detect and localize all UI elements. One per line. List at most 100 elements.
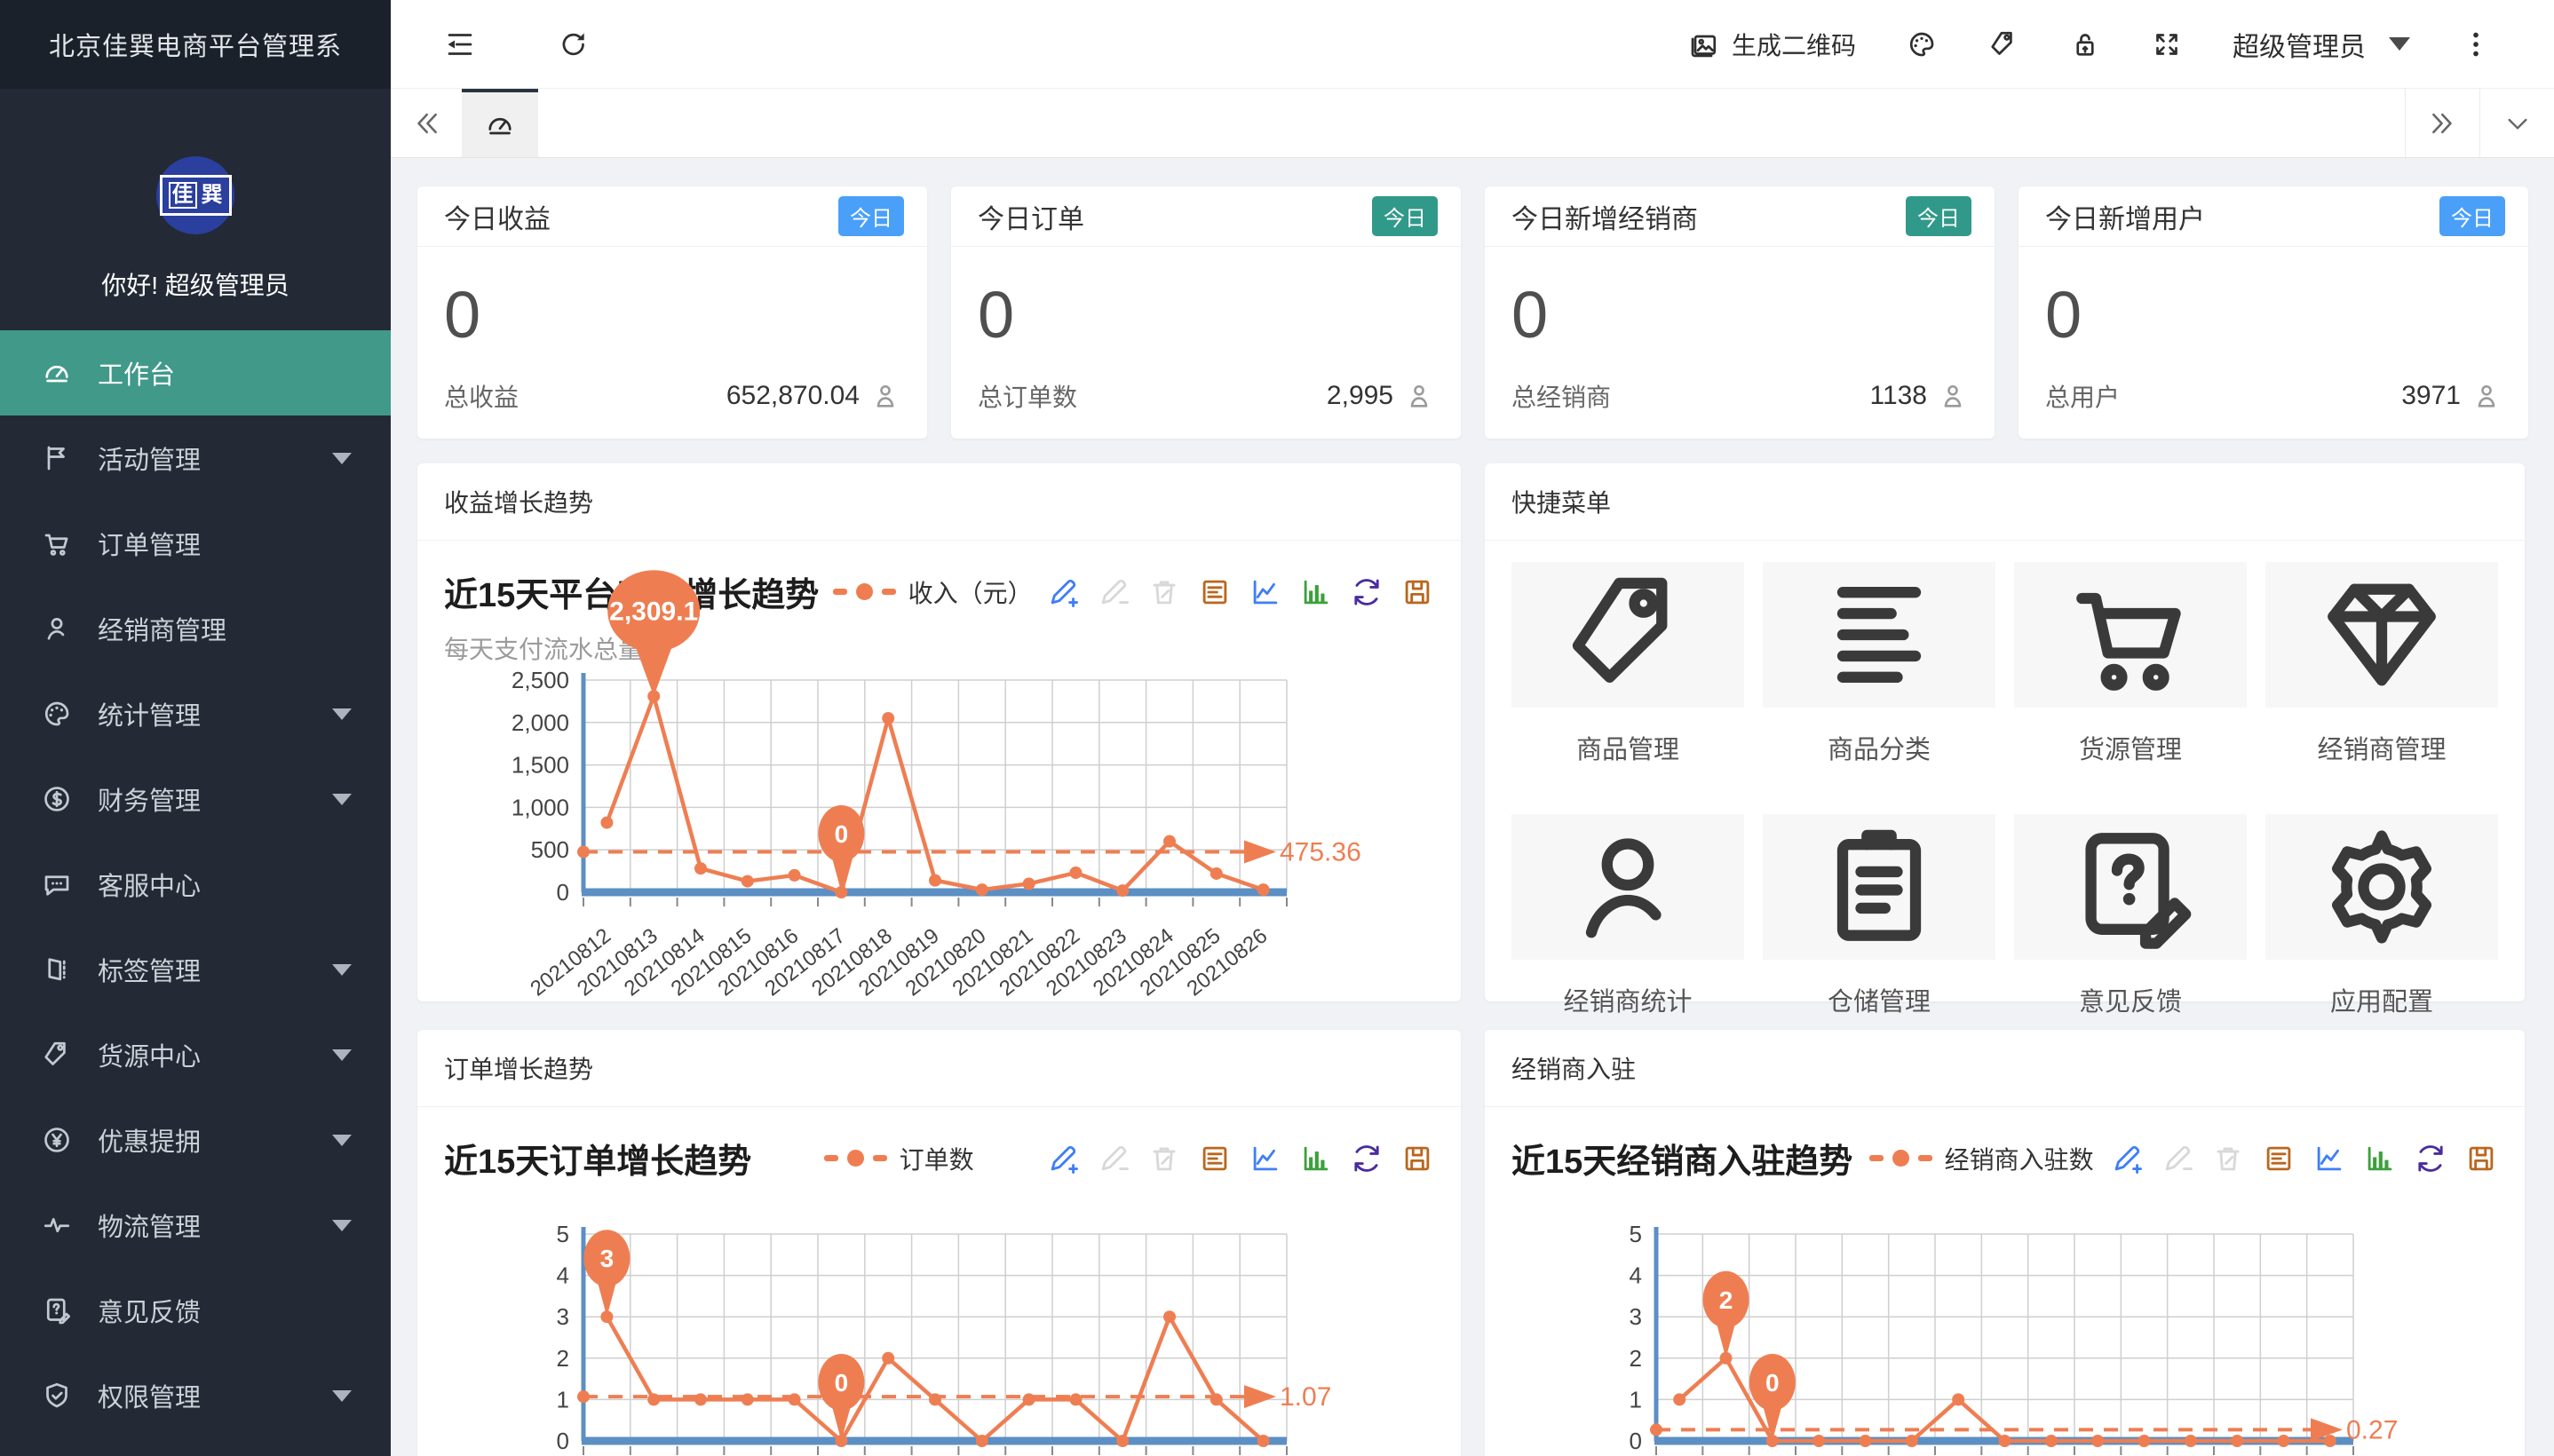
quick-menu-tile <box>2014 562 2247 708</box>
sidebar-item-8[interactable]: 标签管理 <box>0 927 391 1012</box>
quick-menu-item-6[interactable]: 仓储管理 <box>1763 814 1995 1018</box>
sidebar-item-label: 意见反馈 <box>98 1292 201 1329</box>
data-view-icon <box>2262 1142 2296 1175</box>
chevron-down-icon <box>332 1220 352 1231</box>
sidebar-item-10[interactable]: 优惠提拥 <box>0 1097 391 1183</box>
trash-icon[interactable] <box>1147 575 1181 609</box>
y-tick-label: 4 <box>1630 1262 1642 1289</box>
edit-add-icon <box>1046 575 1080 609</box>
legend-item[interactable]: 订单数 <box>751 1141 1046 1176</box>
palette-icon <box>1906 28 1938 60</box>
y-tick-label: 1,000 <box>512 794 569 820</box>
sidebar-item-12[interactable]: 意见反馈 <box>0 1268 391 1353</box>
save-icon[interactable] <box>1400 1142 1434 1175</box>
sidebar-item-1[interactable]: 工作台 <box>0 330 391 415</box>
tabbar-spacer <box>538 89 2405 157</box>
yen-icon <box>41 1124 73 1156</box>
edit-add-icon[interactable] <box>1046 575 1080 609</box>
stat-card-body: 0 总收益 652,870.04 <box>417 247 927 435</box>
tag-button[interactable] <box>1963 28 2044 60</box>
generate-qrcode-button[interactable]: 生成二维码 <box>1662 27 1881 62</box>
chart-title: 近15天订单增长趋势 <box>444 1134 751 1183</box>
lock-screen-button[interactable] <box>2044 28 2126 60</box>
tabs-scroll-right-button[interactable] <box>2405 89 2479 157</box>
data-view-icon[interactable] <box>2262 1142 2296 1175</box>
y-tick-label: 0 <box>1630 1428 1642 1454</box>
chart-title: 近15天经销商入驻趋势 <box>1511 1134 1852 1183</box>
legend-marker <box>1869 1155 1884 1161</box>
edit-minus-icon[interactable] <box>1097 1142 1130 1175</box>
save-icon[interactable] <box>2464 1142 2498 1175</box>
more-menu-button[interactable] <box>2435 28 2517 60</box>
bar-chart-icon[interactable] <box>2363 1142 2397 1175</box>
average-line-label: 0.27 <box>2346 1415 2398 1444</box>
sidebar-item-4[interactable]: 经销商管理 <box>0 586 391 671</box>
edit-add-icon[interactable] <box>2110 1142 2144 1175</box>
trash-icon[interactable] <box>2211 1142 2245 1175</box>
refresh-icon[interactable] <box>558 28 590 60</box>
sidebar-item-7[interactable]: 客服中心 <box>0 842 391 927</box>
y-tick-label: 3 <box>557 1303 569 1330</box>
sidebar-item-14[interactable]: 系统管理 <box>0 1438 391 1456</box>
sidebar-item-9[interactable]: 货源中心 <box>0 1012 391 1097</box>
restore-icon[interactable] <box>1350 575 1384 609</box>
data-view-icon[interactable] <box>1198 575 1232 609</box>
sidebar-item-2[interactable]: 活动管理 <box>0 415 391 501</box>
edit-add-icon[interactable] <box>1046 1142 1080 1175</box>
line-chart-icon <box>1249 575 1282 609</box>
quick-menu-label: 商品管理 <box>1576 729 1679 766</box>
trash-icon[interactable] <box>1147 1142 1181 1175</box>
quick-menu-label: 经销商统计 <box>1563 981 1692 1018</box>
line-chart-icon[interactable] <box>2312 1142 2346 1175</box>
line-chart-icon[interactable] <box>1249 1142 1282 1175</box>
bar-chart-icon[interactable] <box>1299 1142 1333 1175</box>
quick-menu-card: 快捷菜单 商品管理 商品分类 货源管理 经销商管理 经销商统计 仓储管理 意见反… <box>1485 463 2525 1001</box>
quick-menu-item-2[interactable]: 商品分类 <box>1763 562 1995 766</box>
stat-card-body: 0 总用户 3971 <box>2019 247 2528 435</box>
chevron-down-icon <box>332 1049 352 1061</box>
bar-chart-icon <box>2363 1142 2397 1175</box>
caret-down-icon <box>2389 37 2410 51</box>
restore-icon[interactable] <box>2414 1142 2447 1175</box>
quick-menu-item-8[interactable]: 应用配置 <box>2265 814 2498 1018</box>
tabs-dropdown-button[interactable] <box>2479 89 2554 157</box>
tab-workbench[interactable] <box>462 89 538 157</box>
quick-menu-item-3[interactable]: 货源管理 <box>2014 562 2247 766</box>
edit-minus-icon[interactable] <box>1097 575 1130 609</box>
collapse-menu-icon[interactable] <box>444 28 476 60</box>
logo: 佳 巽 <box>160 175 232 216</box>
sidebar-item-11[interactable]: 物流管理 <box>0 1183 391 1268</box>
edit-minus-icon <box>1097 575 1130 609</box>
trash-icon <box>1147 1142 1181 1175</box>
save-icon[interactable] <box>1400 575 1434 609</box>
stat-total-label: 总经销商 <box>1511 378 1611 414</box>
user-dropdown[interactable]: 超级管理员 <box>2208 25 2435 64</box>
legend-item[interactable]: 收入（元） <box>819 574 1046 610</box>
quick-menu-item-7[interactable]: 意见反馈 <box>2014 814 2247 1018</box>
quick-menu-item-5[interactable]: 经销商统计 <box>1511 814 1744 1018</box>
theme-button[interactable] <box>1881 28 1963 60</box>
edit-minus-icon[interactable] <box>2161 1142 2194 1175</box>
pin-label: 2 <box>1719 1286 1733 1314</box>
today-badge: 今日 <box>2439 196 2505 236</box>
bar-chart-icon[interactable] <box>1299 575 1333 609</box>
sidebar-item-3[interactable]: 订单管理 <box>0 501 391 586</box>
line-chart-icon[interactable] <box>1249 575 1282 609</box>
data-view-icon[interactable] <box>1198 1142 1232 1175</box>
legend-item[interactable]: 经销商入驻数 <box>1852 1141 2110 1176</box>
stat-total-row: 总订单数 2,995 <box>978 378 1434 414</box>
chart-toolbar <box>1046 575 1434 609</box>
quick-menu-item-4[interactable]: 经销商管理 <box>2265 562 2498 766</box>
sidebar-item-5[interactable]: 统计管理 <box>0 671 391 756</box>
quick-menu-item-1[interactable]: 商品管理 <box>1511 562 1744 766</box>
sidebar-item-13[interactable]: 权限管理 <box>0 1353 391 1438</box>
bar-chart-icon <box>1299 1142 1333 1175</box>
person-icon <box>1404 381 1434 411</box>
dashboard-icon <box>41 357 73 389</box>
sidebar-item-6[interactable]: 财务管理 <box>0 756 391 842</box>
pin-label: 2,309.1 <box>609 597 698 626</box>
tabs-scroll-left-button[interactable] <box>391 89 462 157</box>
fullscreen-button[interactable] <box>2126 28 2208 60</box>
stat-value: 0 <box>978 282 1434 348</box>
restore-icon[interactable] <box>1350 1142 1384 1175</box>
